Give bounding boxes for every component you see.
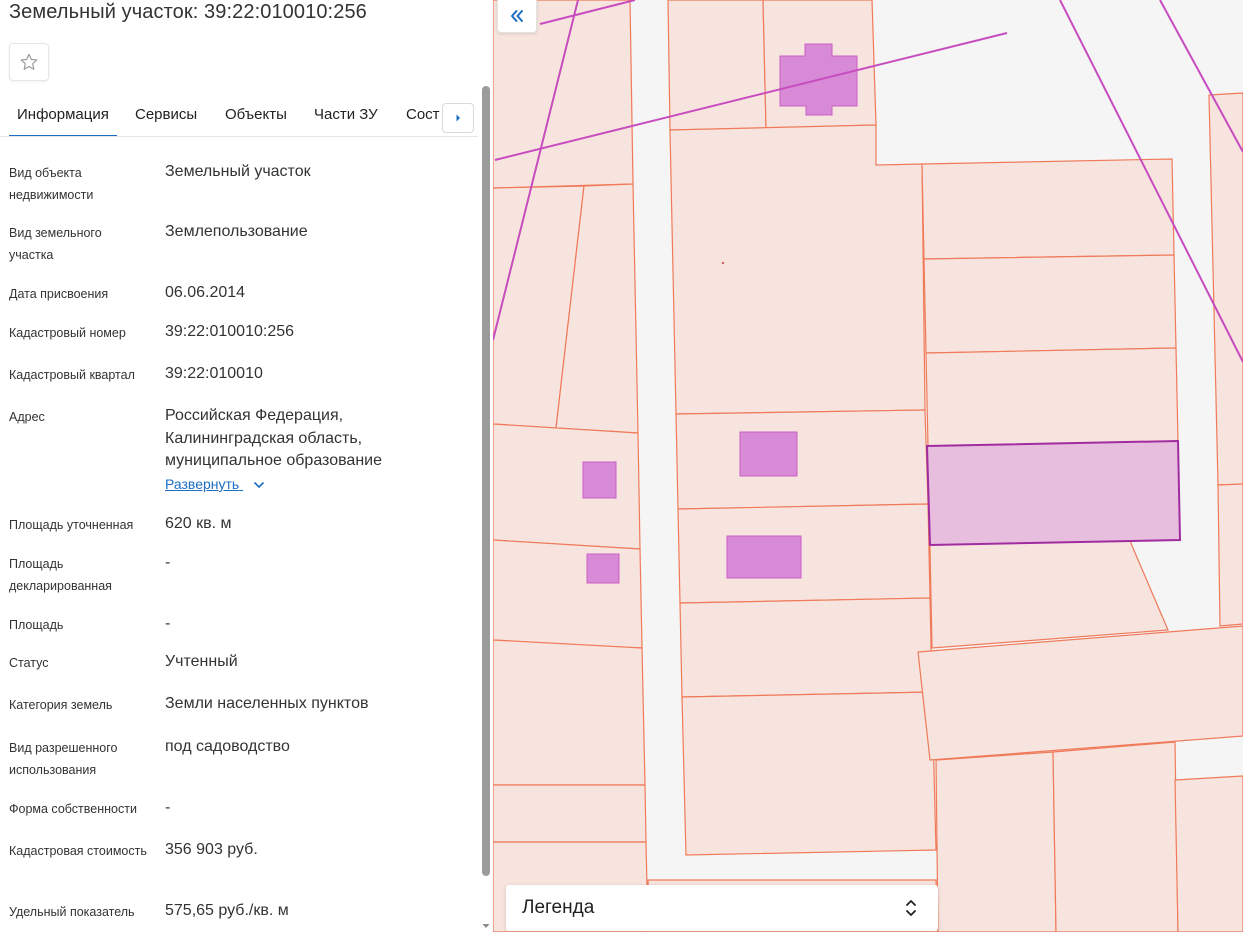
building	[586, 553, 620, 584]
panel-scrollbar-thumb[interactable]	[482, 86, 490, 876]
boundary-line	[1159, 0, 1243, 153]
property-label: Кадастровый квартал	[9, 368, 135, 382]
property-label: Площадь декларированная	[9, 557, 112, 593]
property-label: Вид разрешенного использования	[9, 741, 118, 777]
parcel	[1208, 92, 1243, 486]
parcel	[921, 158, 1175, 260]
property-value: Учтенный	[165, 653, 238, 670]
property-label: Вид объекта недвижимости	[9, 166, 94, 202]
favorite-button[interactable]	[9, 43, 49, 81]
collapse-panel-button[interactable]	[497, 0, 537, 33]
property-value: под садоводство	[165, 738, 290, 755]
property-label: Кадастровая стоимость	[9, 844, 147, 858]
parcel	[1052, 741, 1179, 932]
property-value: 39:22:010010	[165, 365, 263, 382]
property-value: Земли населенных пунктов	[165, 695, 369, 712]
property-label: Категория земель	[9, 698, 113, 712]
parcel	[1174, 775, 1243, 932]
page-title: Земельный участок: 39:22:010010:256	[9, 1, 367, 23]
parcel	[679, 597, 933, 698]
property-label: Площадь уточненная	[9, 518, 134, 532]
property-value: -	[165, 615, 171, 632]
parcel	[681, 691, 937, 856]
building	[726, 535, 802, 579]
double-chevron-left-icon	[511, 10, 523, 22]
chevron-right-icon	[456, 114, 460, 122]
map-canvas[interactable]	[493, 0, 1243, 932]
parcel	[925, 347, 1179, 447]
property-label: Форма собственности	[9, 802, 137, 816]
property-value: 620 кв. м	[165, 515, 232, 532]
parcel	[493, 784, 647, 843]
info-panel: Земельный участок: 39:22:010010:256 Инфо…	[0, 0, 493, 932]
parcel	[493, 539, 643, 649]
property-value: 06.06.2014	[165, 284, 246, 301]
property-label: Вид земельного участка	[9, 226, 102, 262]
property-value: Земельный участок	[165, 163, 311, 180]
parcel	[677, 503, 931, 604]
property-value: 39:22:010010:256	[165, 323, 295, 340]
parcel	[667, 0, 767, 131]
scroll-down-arrow-icon[interactable]	[482, 922, 490, 930]
building	[582, 461, 617, 499]
map-point	[721, 261, 725, 265]
legend-label: Легенда	[522, 897, 595, 918]
parcel	[1217, 483, 1243, 627]
property-label: Кадастровый номер	[9, 326, 126, 340]
property-value: -	[165, 799, 171, 816]
tab-information[interactable]: Информация	[9, 95, 117, 136]
parcel	[923, 254, 1177, 354]
parcel	[917, 625, 1243, 761]
property-value: 575,65 руб./кв. м	[165, 902, 289, 919]
parcel	[493, 423, 641, 550]
expand-link-label: Развернуть	[165, 476, 240, 492]
expand-address-link[interactable]: Развернуть	[165, 476, 265, 492]
property-label: Статус	[9, 656, 49, 670]
building	[739, 431, 798, 477]
chevron-updown-icon[interactable]	[904, 897, 918, 919]
cadastral-map[interactable]: Легенда	[493, 0, 1243, 932]
property-value: Землепользование	[165, 223, 308, 240]
tab-bar: Информация Сервисы Объекты Части ЗУ Сост…	[0, 95, 478, 137]
parcel	[493, 639, 646, 786]
tab-objects[interactable]: Объекты	[225, 95, 287, 136]
star-outline-icon	[20, 53, 38, 70]
selected-parcel	[925, 439, 1182, 547]
tab-services[interactable]: Сервисы	[135, 95, 197, 136]
property-value: 356 903 руб.	[165, 841, 258, 858]
tabs-scroll-right-button[interactable]	[442, 103, 474, 133]
parcel	[669, 124, 926, 415]
property-value-address: Российская Федерация, Калининградская об…	[165, 407, 382, 469]
property-label: Площадь	[9, 618, 64, 632]
parcel	[935, 751, 1057, 932]
property-label: Дата присвоения	[9, 287, 109, 301]
property-label: Адрес	[9, 410, 45, 424]
property-label: Удельный показатель	[9, 905, 135, 919]
tab-land-parts[interactable]: Части ЗУ	[314, 95, 378, 136]
parcel	[675, 409, 929, 510]
property-value: -	[165, 554, 171, 571]
legend-panel[interactable]: Легенда	[506, 885, 938, 931]
chevron-down-icon	[254, 482, 265, 489]
